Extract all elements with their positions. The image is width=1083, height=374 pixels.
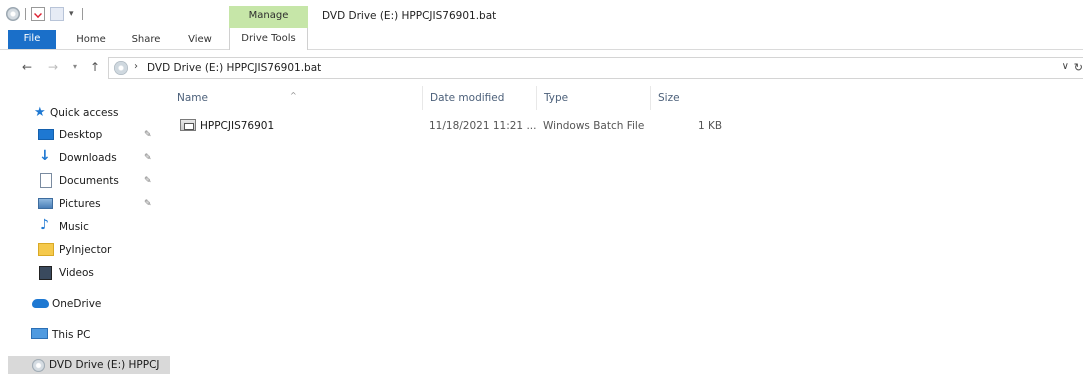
up-arrow-icon[interactable]: ↑ [86,58,104,76]
nav-item-label: Desktop [59,129,103,141]
column-header-label: Name [177,92,208,104]
address-dropdown-icon[interactable]: ∨ [1062,61,1069,72]
navigation-bar: ← → ▾ ↑ › DVD Drive (E:) HPPCJIS76901.ba… [0,56,1083,80]
toolbar-divider [82,8,83,20]
dvd-drive-icon [114,61,128,75]
music-icon: ♪ [40,217,49,233]
nav-item-label: Videos [59,267,94,279]
address-bar[interactable]: › DVD Drive (E:) HPPCJIS76901.bat ∨ ↻ [108,57,1083,79]
nav-item-videos[interactable]: Videos [0,263,170,283]
breadcrumb-chevron-icon[interactable]: › [134,61,138,72]
refresh-icon[interactable]: ↻ [1074,61,1083,74]
nav-item-pyinjector[interactable]: PyInjector [0,240,170,260]
nav-item-downloads[interactable]: ↓ Downloads ✎ [0,148,170,168]
nav-item-label: OneDrive [52,298,102,310]
nav-item-pictures[interactable]: Pictures ✎ [0,194,170,214]
downloads-icon: ↓ [39,148,51,164]
tab-home[interactable]: Home [74,31,108,49]
nav-item-label: Music [59,221,89,233]
nav-item-label: PyInjector [59,244,112,256]
nav-item-label: Quick access [50,107,119,119]
column-header-date-modified[interactable]: Date modified [422,86,536,110]
cloud-icon [32,299,49,308]
navigation-pane: ★ Quick access Desktop ✎ ↓ Downloads ✎ D… [0,95,170,374]
properties-icon[interactable] [31,7,45,21]
new-folder-icon[interactable] [50,7,64,21]
nav-item-desktop[interactable]: Desktop ✎ [0,125,170,145]
dvd-drive-icon [32,359,45,372]
documents-icon [40,173,52,188]
column-header-name[interactable]: Name ^ [170,86,421,110]
file-name: HPPCJIS76901 [200,120,275,132]
nav-item-label: Documents [59,175,119,187]
nav-item-music[interactable]: ♪ Music [0,217,170,237]
pin-icon[interactable]: ✎ [144,153,152,163]
column-headers: Name ^ Date modified Type Size [170,86,1083,110]
folder-icon [38,243,54,256]
manage-context-tab[interactable]: Manage [229,6,308,28]
pin-icon[interactable]: ✎ [144,199,152,209]
nav-item-documents[interactable]: Documents ✎ [0,171,170,191]
nav-item-dvd-drive[interactable]: DVD Drive (E:) HPPCJ [8,356,170,374]
file-date-modified: 11/18/2021 11:21 ... [429,120,537,132]
customize-toolbar-icon[interactable]: ▾ [69,7,77,21]
desktop-icon [38,129,54,140]
tab-view[interactable]: View [186,31,214,49]
window-title: DVD Drive (E:) HPPCJIS76901.bat [322,10,497,22]
nav-item-label: DVD Drive (E:) HPPCJ [49,359,160,371]
title-bar: ▾ Manage DVD Drive (E:) HPPCJIS76901.bat [0,0,1083,28]
tab-drive-tools[interactable]: Drive Tools [229,28,308,50]
nav-item-label: Pictures [59,198,101,210]
nav-item-quick-access[interactable]: ★ Quick access [0,103,170,123]
toolbar-divider [25,8,26,20]
computer-icon [31,328,48,339]
tab-file[interactable]: File [8,30,56,49]
back-arrow-icon[interactable]: ← [18,58,36,76]
drive-app-icon [6,7,20,21]
quick-access-toolbar: ▾ [6,7,83,21]
nav-item-label: This PC [52,329,91,341]
tab-share[interactable]: Share [130,31,162,49]
sort-ascending-icon: ^ [290,91,297,100]
address-path[interactable]: DVD Drive (E:) HPPCJIS76901.bat [147,62,321,74]
file-size: 1 KB [698,120,723,132]
file-row[interactable]: HPPCJIS76901 11/18/2021 11:21 ... Window… [170,115,1083,137]
column-header-type[interactable]: Type [536,86,650,110]
recent-locations-chevron-icon[interactable]: ▾ [66,58,84,76]
pin-icon[interactable]: ✎ [144,130,152,140]
ribbon-tabs: File Home Share View Drive Tools [0,28,1083,50]
nav-item-onedrive[interactable]: OneDrive [0,294,170,314]
file-type: Windows Batch File [543,120,645,132]
file-name-cell[interactable]: HPPCJIS76901 [180,115,274,137]
forward-arrow-icon[interactable]: → [44,58,62,76]
nav-item-label: Downloads [59,152,117,164]
column-header-size[interactable]: Size [650,86,730,110]
pictures-icon [38,198,53,209]
videos-icon [39,266,52,280]
pin-icon[interactable]: ✎ [144,176,152,186]
batch-file-icon [180,119,196,131]
star-icon: ★ [34,105,46,120]
nav-item-this-pc[interactable]: This PC [0,325,170,345]
